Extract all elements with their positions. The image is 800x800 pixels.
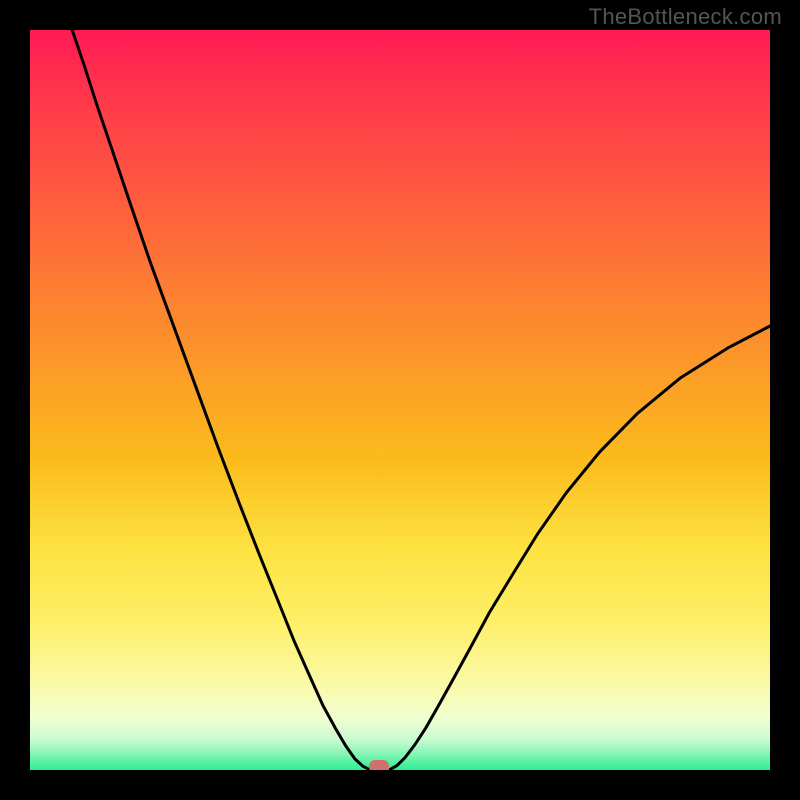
bottleneck-marker	[369, 760, 389, 770]
watermark-text: TheBottleneck.com	[589, 4, 782, 30]
curve-svg	[30, 30, 770, 770]
chart-frame: TheBottleneck.com	[0, 0, 800, 800]
curve-left-branch	[72, 30, 369, 769]
curve-right-branch	[390, 326, 770, 769]
plot-area	[30, 30, 770, 770]
